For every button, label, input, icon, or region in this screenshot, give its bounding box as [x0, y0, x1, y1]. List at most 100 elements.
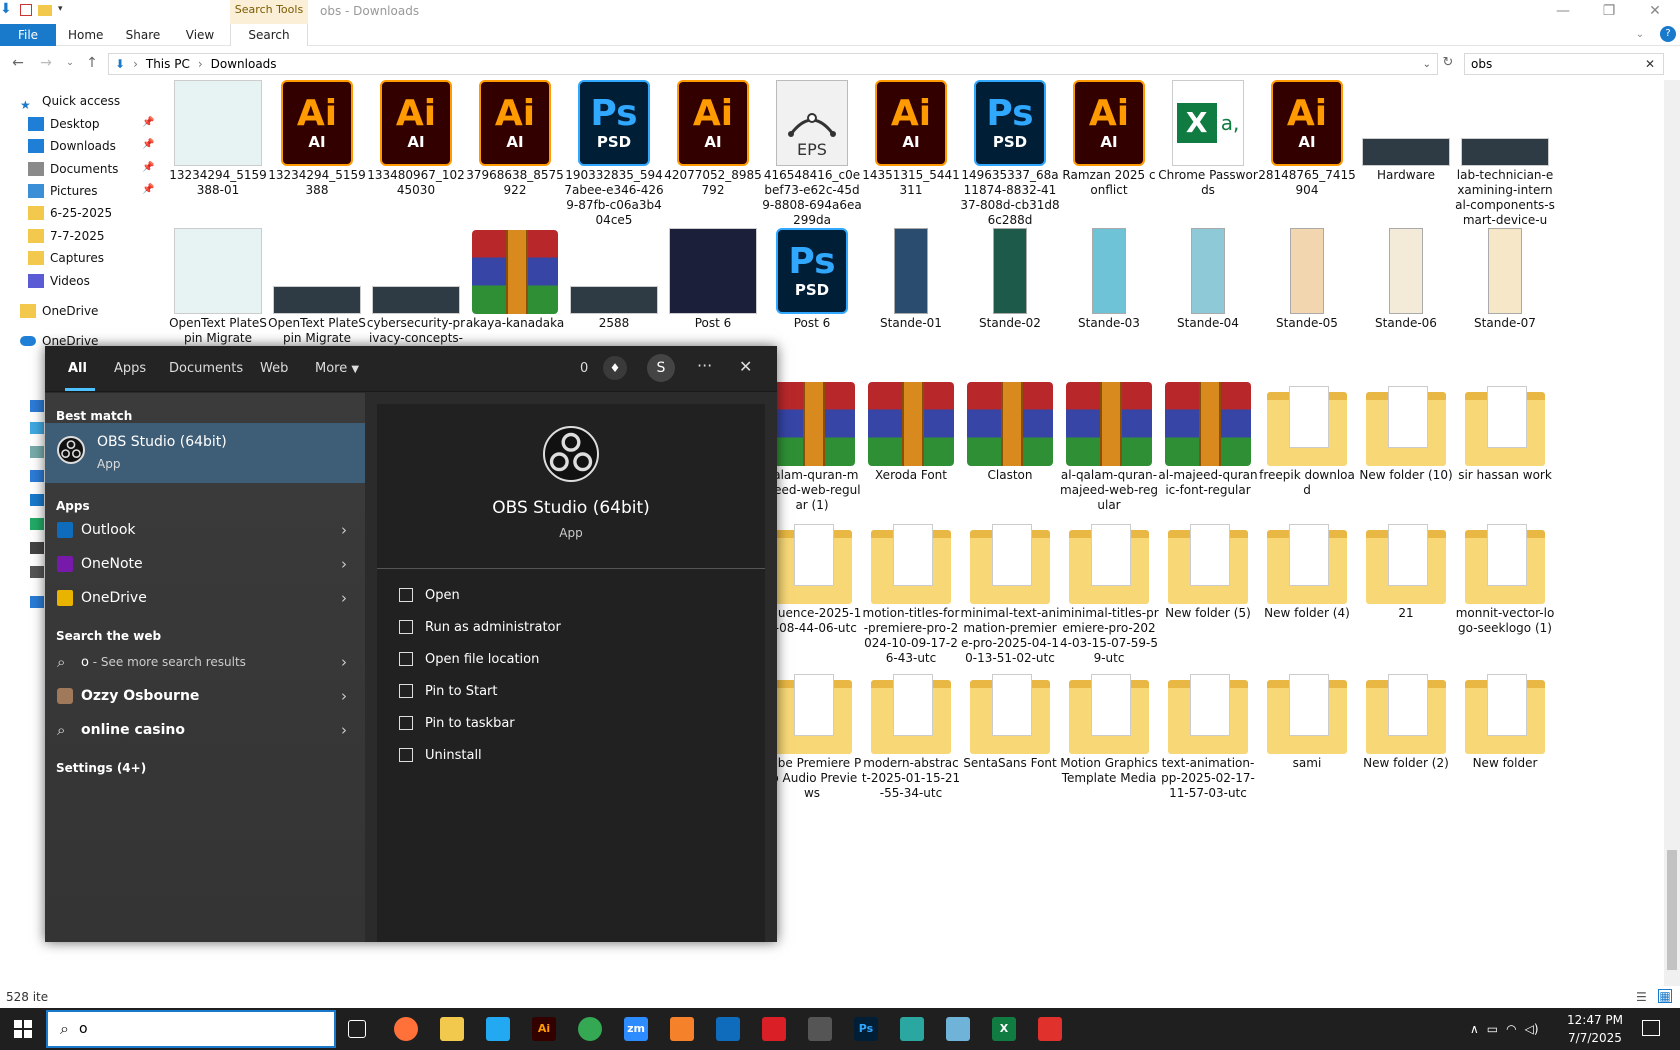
excel-taskbar-icon[interactable]: X — [992, 1017, 1016, 1041]
action-pin-to-start[interactable]: Pin to Start — [399, 676, 497, 706]
app-result-onenote[interactable]: OneNote › — [45, 547, 365, 581]
file-item[interactable]: OpenText PlateSpin Migrate — [168, 224, 268, 346]
file-item[interactable]: Ps PSD 149635337_68a11874-8832-4137-808d-c… — [960, 76, 1060, 228]
file-item[interactable]: New folder (10) — [1356, 376, 1456, 483]
close-window-button[interactable]: ✕ — [1632, 0, 1678, 24]
clock[interactable]: 12:47 PM 7/7/2025 — [1560, 1011, 1630, 1047]
filter-more-tab[interactable]: More ▼ — [315, 361, 359, 376]
file-item[interactable]: Stande-02 — [960, 224, 1060, 331]
breadcrumb-downloads[interactable]: Downloads — [211, 57, 277, 71]
refresh-button[interactable]: ↻ — [1438, 53, 1458, 73]
chevron-right-icon[interactable]: › — [341, 555, 347, 573]
nav-item-downloads[interactable]: Downloads — [28, 135, 116, 157]
file-item[interactable]: sami — [1257, 664, 1357, 771]
pin-icon[interactable]: 📌 — [142, 184, 154, 195]
close-search-icon[interactable]: ✕ — [739, 357, 752, 376]
settings-result[interactable]: Settings (4+) — [56, 761, 146, 775]
file-item[interactable]: Ai AI 13234294_5159388 — [267, 76, 367, 198]
chevron-right-icon[interactable]: › — [341, 589, 347, 607]
more-options-icon[interactable]: ··· — [697, 356, 712, 375]
file-item[interactable]: al-majeed-quranic-font-regular — [1158, 376, 1258, 498]
app-result-outlook[interactable]: Outlook › — [45, 513, 365, 547]
nav-item-desktop[interactable]: Desktop — [28, 113, 100, 135]
creative-cloud-taskbar-icon[interactable] — [762, 1017, 786, 1041]
up-button[interactable]: ↑ — [82, 53, 102, 73]
network-icon[interactable]: ▭ — [1487, 1022, 1498, 1036]
file-item[interactable]: New folder (2) — [1356, 664, 1456, 771]
properties-icon[interactable] — [20, 3, 32, 16]
file-item[interactable]: Ps PSD 190332835_5947abee-e346-4269-87fb-c… — [564, 76, 664, 228]
tab-home[interactable]: Home — [68, 24, 103, 46]
app-snip-taskbar-icon[interactable] — [1038, 1017, 1062, 1041]
file-item[interactable]: minimal-text-animation-premiere-pro-2025… — [960, 514, 1060, 666]
ribbon-expand-icon[interactable]: ⌄ — [1630, 24, 1650, 48]
file-item[interactable]: Xeroda Font — [861, 376, 961, 483]
large-icons-view-icon[interactable]: ▦ — [1658, 989, 1672, 1003]
file-item[interactable]: Ai AI 42077052_8985792 — [663, 76, 763, 198]
file-item[interactable]: lab-technician-examining-internal-compon… — [1455, 76, 1555, 243]
file-item[interactable]: New folder — [1455, 664, 1555, 771]
action-run-as-administrator[interactable]: Run as administrator — [399, 612, 561, 642]
vertical-scrollbar[interactable] — [1664, 80, 1680, 986]
file-item[interactable]: SentaSans Font — [960, 664, 1060, 771]
file-item[interactable]: Ps PSD Post 6 — [762, 224, 862, 331]
tab-file[interactable]: File — [0, 24, 56, 46]
file-item[interactable]: nfluence-2025-16-08-44-06-utc — [762, 514, 862, 636]
file-item[interactable]: Stande-03 — [1059, 224, 1159, 331]
firefox-taskbar-icon[interactable] — [394, 1017, 418, 1041]
photoshop-taskbar-icon[interactable]: Ps — [854, 1017, 878, 1041]
chevron-right-icon[interactable]: › — [341, 687, 347, 705]
illustrator-taskbar-icon[interactable]: Ai — [532, 1017, 556, 1041]
wifi-icon[interactable]: ◠ — [1506, 1022, 1516, 1036]
file-item[interactable]: akaya-kanadaka — [465, 224, 565, 331]
nav-item-pictures[interactable]: Pictures — [28, 180, 98, 202]
start-button[interactable] — [0, 1008, 46, 1050]
details-view-icon[interactable]: ☰ — [1636, 990, 1647, 1004]
filter-apps-tab[interactable]: Apps — [114, 361, 146, 376]
volume-icon[interactable]: ◁) — [1525, 1022, 1539, 1036]
chrome-taskbar-icon[interactable] — [578, 1017, 602, 1041]
action-open-file-location[interactable]: Open file location — [399, 644, 539, 674]
filter-all-tab[interactable]: All — [68, 361, 87, 376]
app-notes-taskbar-icon[interactable] — [946, 1017, 970, 1041]
file-item[interactable]: Stande-05 — [1257, 224, 1357, 331]
nav-item-quick-access[interactable]: ★ Quick access — [20, 90, 120, 112]
file-item[interactable]: motion-titles-for-premiere-pro-2024-10-0… — [861, 514, 961, 666]
file-item[interactable]: Ai AI 28148765_7415904 — [1257, 76, 1357, 198]
web-result[interactable]: Ozzy Osbourne › — [45, 679, 365, 713]
tab-view[interactable]: View — [184, 24, 216, 46]
forward-button[interactable]: → — [36, 53, 56, 73]
notifications-icon[interactable] — [1642, 1020, 1660, 1036]
file-item[interactable]: 21 — [1356, 514, 1456, 621]
file-item[interactable]: Stande-04 — [1158, 224, 1258, 331]
app-teal-taskbar-icon[interactable] — [900, 1017, 924, 1041]
file-item[interactable]: New folder (4) — [1257, 514, 1357, 621]
action-uninstall[interactable]: Uninstall — [399, 740, 482, 770]
vscode-taskbar-icon[interactable] — [486, 1017, 510, 1041]
address-dropdown-icon[interactable]: ⌄ — [1423, 59, 1431, 70]
scrollbar-thumb[interactable] — [1667, 850, 1677, 970]
file-item[interactable]: Hardware — [1356, 76, 1456, 183]
filter-web-tab[interactable]: Web — [260, 361, 288, 376]
file-item[interactable]: freepik download — [1257, 376, 1357, 498]
file-item[interactable]: qalam-quran-majeed-web-regular (1) — [762, 376, 862, 513]
nav-item-videos[interactable]: Videos — [28, 270, 90, 292]
account-avatar[interactable]: S — [647, 354, 675, 382]
breadcrumb-this-pc[interactable]: This PC — [146, 57, 190, 71]
download-arrow-icon[interactable]: ⬇ — [0, 2, 14, 16]
web-result[interactable]: ⌕ o - See more search results › — [45, 645, 365, 679]
file-item[interactable]: New folder (5) — [1158, 514, 1258, 621]
file-item[interactable]: Post 6 — [663, 224, 763, 331]
maximize-button[interactable]: ❐ — [1586, 0, 1632, 24]
clear-search-icon[interactable]: ✕ — [1645, 54, 1655, 74]
nav-item-captures[interactable]: Captures — [28, 247, 104, 269]
action-pin-to-taskbar[interactable]: Pin to taskbar — [399, 708, 515, 738]
file-item[interactable]: OpenText PlateSpin Migrate — [267, 224, 367, 346]
search-box[interactable]: obs ✕ — [1464, 53, 1664, 75]
nav-item-6-25-2025[interactable]: 6-25-2025 — [28, 202, 112, 224]
qat-dropdown-icon[interactable]: ▾ — [58, 4, 63, 14]
outlook-taskbar-icon[interactable] — [716, 1017, 740, 1041]
file-item[interactable]: 2588 — [564, 224, 664, 331]
help-icon[interactable]: ? — [1660, 26, 1676, 42]
pin-icon[interactable]: 📌 — [142, 139, 154, 150]
